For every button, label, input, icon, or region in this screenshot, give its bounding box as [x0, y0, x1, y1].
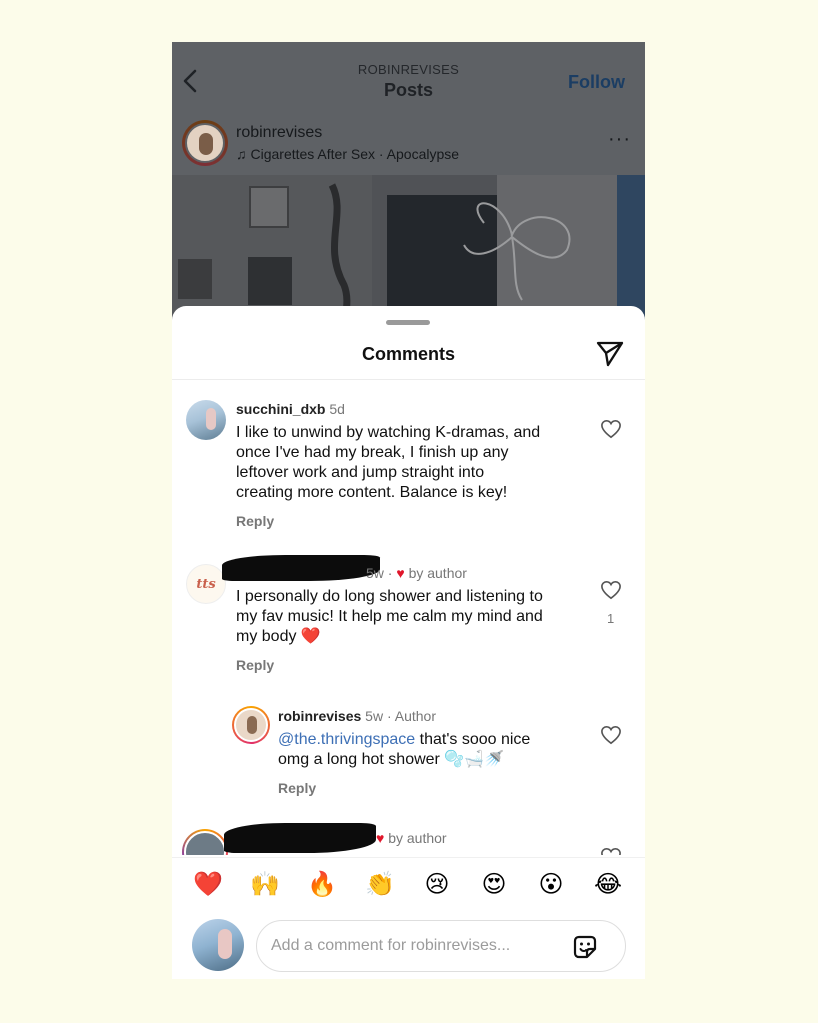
music-note-icon: ♫ [236, 146, 247, 162]
emoji-crying-button[interactable]: 😢 [419, 870, 455, 900]
sheet-title: Comments [361, 344, 455, 364]
emoji-raising-hands-button[interactable]: 🙌 [247, 870, 283, 900]
follow-button[interactable]: Follow [568, 72, 625, 93]
redacted-username [224, 823, 376, 853]
comment-avatar[interactable]: tts [186, 564, 226, 604]
comment-text: I personally do long shower and listenin… [236, 587, 543, 647]
liked-by-author: by author [388, 830, 447, 846]
like-count[interactable]: 1 [607, 611, 614, 626]
liked-by-author: by author [408, 565, 467, 581]
emoji-surprised-button[interactable]: 😮 [533, 870, 569, 900]
emoji-fire-button[interactable]: 🔥 [304, 870, 340, 900]
comment-username[interactable]: robinrevises [278, 708, 361, 724]
comments-sheet: Comments succhini_dxb 5d I like to unwin… [172, 306, 645, 979]
reply-button[interactable]: Reply [236, 513, 274, 529]
comment-text-rest: that's sooo nice [415, 731, 531, 748]
author-badge: Author [394, 708, 436, 724]
heart-outline-icon[interactable] [600, 419, 622, 439]
emoji-laughing-button[interactable]: 😂 [590, 870, 626, 900]
comment-text-line: @the.thrivingspace that's sooo nice [278, 730, 530, 750]
current-user-avatar [192, 919, 244, 971]
heart-outline-icon[interactable] [600, 725, 622, 745]
comment-username-line: 5w · ♥ by author [366, 565, 467, 581]
comment-text-line: creating more content. Balance is key! [236, 484, 508, 501]
heart-outline-icon[interactable] [600, 847, 622, 855]
post-author-username[interactable]: robinrevises [236, 124, 322, 142]
comment-text-line: my body ❤️ [236, 628, 321, 645]
meta-separator: · [386, 708, 395, 724]
top-bar: ROBINREVISES Posts Follow [172, 42, 645, 122]
comment-text-line: my fav music! It help me calm my mind an… [236, 608, 543, 625]
sticker-icon[interactable] [571, 933, 599, 961]
mention-link[interactable]: @the.thrivingspace [278, 731, 415, 748]
comment-text-line: leftover work and jump straight into [236, 464, 485, 481]
comment-text-line: omg a long hot shower 🫧🛁🚿 [278, 751, 505, 768]
reply-button[interactable]: Reply [236, 657, 274, 673]
comment-text: @the.thrivingspace that's sooo nice omg … [278, 730, 530, 770]
redacted-username [222, 555, 380, 581]
comment-time: 5d [329, 401, 345, 417]
avatar-figure [247, 716, 257, 734]
comments-list: succhini_dxb 5d I like to unwind by watc… [172, 380, 645, 855]
comment-avatar[interactable] [232, 706, 270, 744]
post-view-background: ROBINREVISES Posts Follow robinrevises ♫… [172, 42, 645, 335]
phone-screen: ROBINREVISES Posts Follow robinrevises ♫… [172, 42, 645, 979]
emoji-heart-button[interactable]: ❤️ [190, 870, 226, 900]
avatar-figure [206, 408, 216, 430]
avatar-text: tts [196, 577, 216, 592]
post-author-avatar[interactable] [182, 120, 228, 166]
emoji-quick-bar: ❤️ 🙌 🔥 👏 😢 😍 😮 😂 [172, 857, 645, 913]
heart-filled-icon: ♥ [376, 830, 385, 846]
comment-username-line: ♥ by author [376, 830, 447, 846]
comment-username[interactable]: succhini_dxb [236, 401, 325, 417]
comment-text-line: once I've had my break, I finish up any [236, 444, 509, 461]
post-music-title: Cigarettes After Sex · Apocalypse [250, 146, 460, 162]
post-music[interactable]: ♫ Cigarettes After Sex · Apocalypse [236, 146, 459, 162]
comment-avatar[interactable] [182, 829, 228, 855]
emoji-heart-eyes-button[interactable]: 😍 [476, 870, 512, 900]
heart-filled-icon: ♥ [396, 565, 405, 581]
comment-time: 5w [366, 565, 384, 581]
more-options-icon[interactable]: ··· [608, 128, 631, 151]
reply-button[interactable]: Reply [278, 780, 316, 796]
comment-text-line: I like to unwind by watching K-dramas, a… [236, 424, 541, 441]
heart-outline-icon[interactable] [600, 580, 622, 600]
emoji-clap-button[interactable]: 👏 [362, 870, 398, 900]
avatar-image [234, 708, 268, 742]
drag-handle[interactable] [386, 320, 430, 325]
avatar-image [184, 831, 226, 855]
comment-username-line: succhini_dxb 5d [236, 401, 345, 417]
comment-text: I like to unwind by watching K-dramas, a… [236, 423, 540, 503]
comment-username-line: robinrevises 5w · Author [278, 708, 436, 724]
comment-text-line: I personally do long shower and listenin… [236, 588, 543, 605]
comment-avatar[interactable] [186, 400, 226, 440]
comment-time: 5w [365, 708, 384, 724]
paper-plane-icon[interactable] [595, 338, 625, 368]
